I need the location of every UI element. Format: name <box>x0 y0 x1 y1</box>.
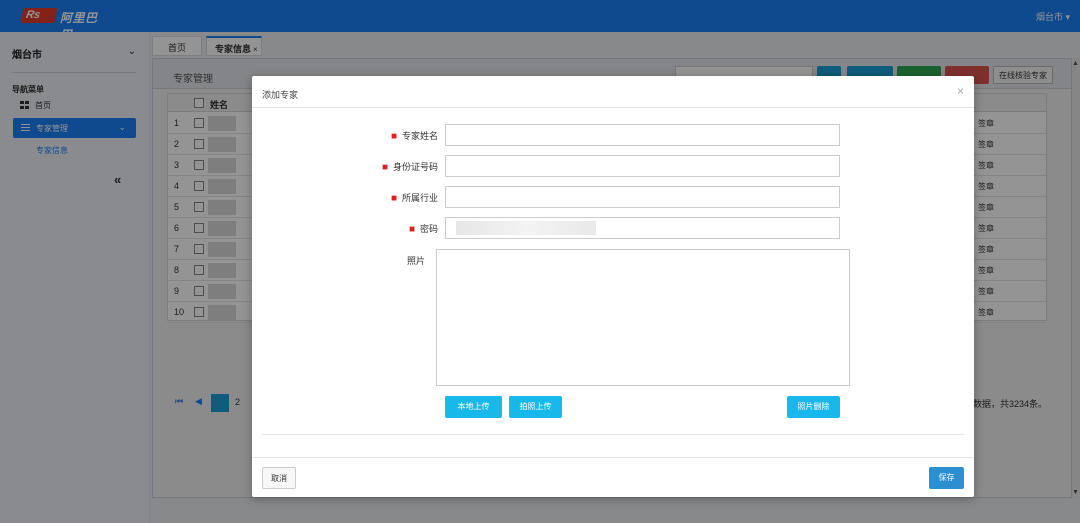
field-label-text: 专家姓名 <box>401 131 438 141</box>
divider <box>252 107 974 108</box>
dialog-title: 添加专家 <box>262 90 299 100</box>
id-card-input[interactable] <box>445 155 840 177</box>
field-label-text: 身份证号码 <box>392 162 438 172</box>
cancel-button[interactable]: 取消 <box>262 467 296 489</box>
industry-input[interactable] <box>445 186 840 208</box>
field-label: ■ 专家姓名 <box>391 129 438 142</box>
photo-label: 照片 <box>406 256 425 266</box>
photo-preview-area <box>436 249 850 386</box>
field-label-text: 所属行业 <box>401 193 438 203</box>
field-row-idcard: ■ 身份证号码 <box>252 155 974 177</box>
field-label: ■ 密码 <box>409 222 438 235</box>
required-icon: ■ <box>390 131 397 142</box>
required-icon: ■ <box>381 162 388 173</box>
required-icon: ■ <box>390 193 397 204</box>
obscured-password-value <box>456 221 596 235</box>
field-label: ■ 身份证号码 <box>382 160 438 173</box>
field-label-text: 密码 <box>419 224 438 234</box>
camera-upload-button[interactable]: 拍照上传 <box>509 396 562 418</box>
expert-name-input[interactable] <box>445 124 840 146</box>
field-label: ■ 所属行业 <box>391 191 438 204</box>
close-icon[interactable]: × <box>957 84 964 98</box>
add-expert-dialog: 添加专家 × ■ 专家姓名 ■ 身份证号码 ■ 所属行业 ■ 密码 照片 本地上传 拍照… <box>252 76 974 497</box>
field-row-industry: ■ 所属行业 <box>252 186 974 208</box>
save-button[interactable]: 保存 <box>929 467 964 489</box>
field-row-password: ■ 密码 <box>252 217 974 239</box>
delete-photo-button[interactable]: 照片删除 <box>787 396 840 418</box>
field-row-name: ■ 专家姓名 <box>252 124 974 146</box>
divider <box>252 457 974 458</box>
divider <box>262 434 964 435</box>
required-icon: ■ <box>408 224 415 235</box>
local-upload-button[interactable]: 本地上传 <box>445 396 502 418</box>
